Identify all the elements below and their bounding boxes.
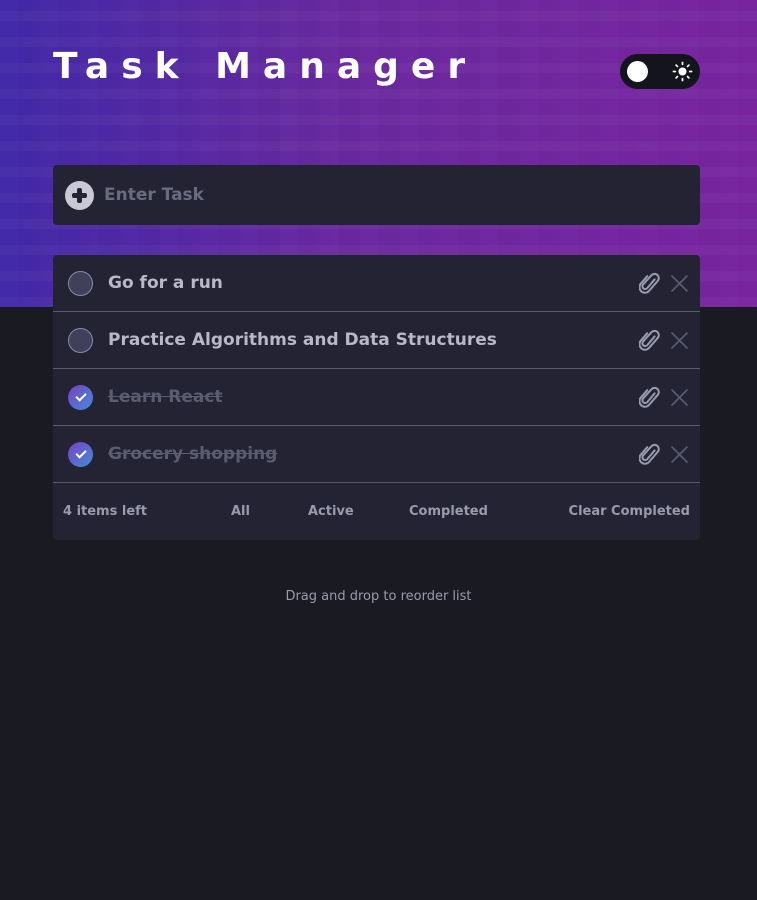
filter-active[interactable]: Active: [308, 504, 354, 519]
task-list: Go for a run Practice Algorithms and Dat…: [53, 255, 700, 540]
theme-toggle[interactable]: [620, 54, 700, 89]
items-left-count: 4 items left: [63, 504, 148, 519]
task-checkbox[interactable]: [68, 328, 93, 353]
task-checkbox-checked[interactable]: [68, 385, 93, 410]
task-checkbox[interactable]: [68, 271, 93, 296]
task-row[interactable]: Grocery shopping: [53, 426, 700, 483]
paperclip-icon[interactable]: [639, 386, 661, 410]
task-label: Practice Algorithms and Data Structures: [108, 330, 497, 350]
clear-completed-button[interactable]: Clear Completed: [569, 504, 690, 519]
task-input[interactable]: [104, 175, 700, 215]
task-checkbox-checked[interactable]: [68, 442, 93, 467]
close-icon[interactable]: [670, 331, 689, 350]
task-label: Learn React: [108, 387, 223, 407]
task-label: Grocery shopping: [108, 444, 278, 464]
filter-completed[interactable]: Completed: [409, 504, 488, 519]
paperclip-icon[interactable]: [639, 329, 661, 353]
task-row[interactable]: Learn React: [53, 369, 700, 426]
paperclip-icon[interactable]: [639, 443, 661, 467]
toggle-knob: [627, 61, 648, 82]
task-row[interactable]: Go for a run: [53, 255, 700, 312]
task-label: Go for a run: [108, 273, 223, 293]
close-icon[interactable]: [670, 274, 689, 293]
reorder-hint: Drag and drop to reorder list: [285, 589, 472, 604]
page-title: Task Manager: [53, 46, 478, 87]
filter-all[interactable]: All: [231, 504, 250, 519]
list-footer: 4 items left All Active Completed Clear …: [53, 483, 700, 540]
plus-icon[interactable]: [65, 180, 94, 210]
sun-icon: [672, 61, 693, 82]
new-task-bar: [53, 165, 700, 225]
close-icon[interactable]: [670, 388, 689, 407]
task-row[interactable]: Practice Algorithms and Data Structures: [53, 312, 700, 369]
paperclip-icon[interactable]: [639, 272, 661, 296]
close-icon[interactable]: [670, 445, 689, 464]
